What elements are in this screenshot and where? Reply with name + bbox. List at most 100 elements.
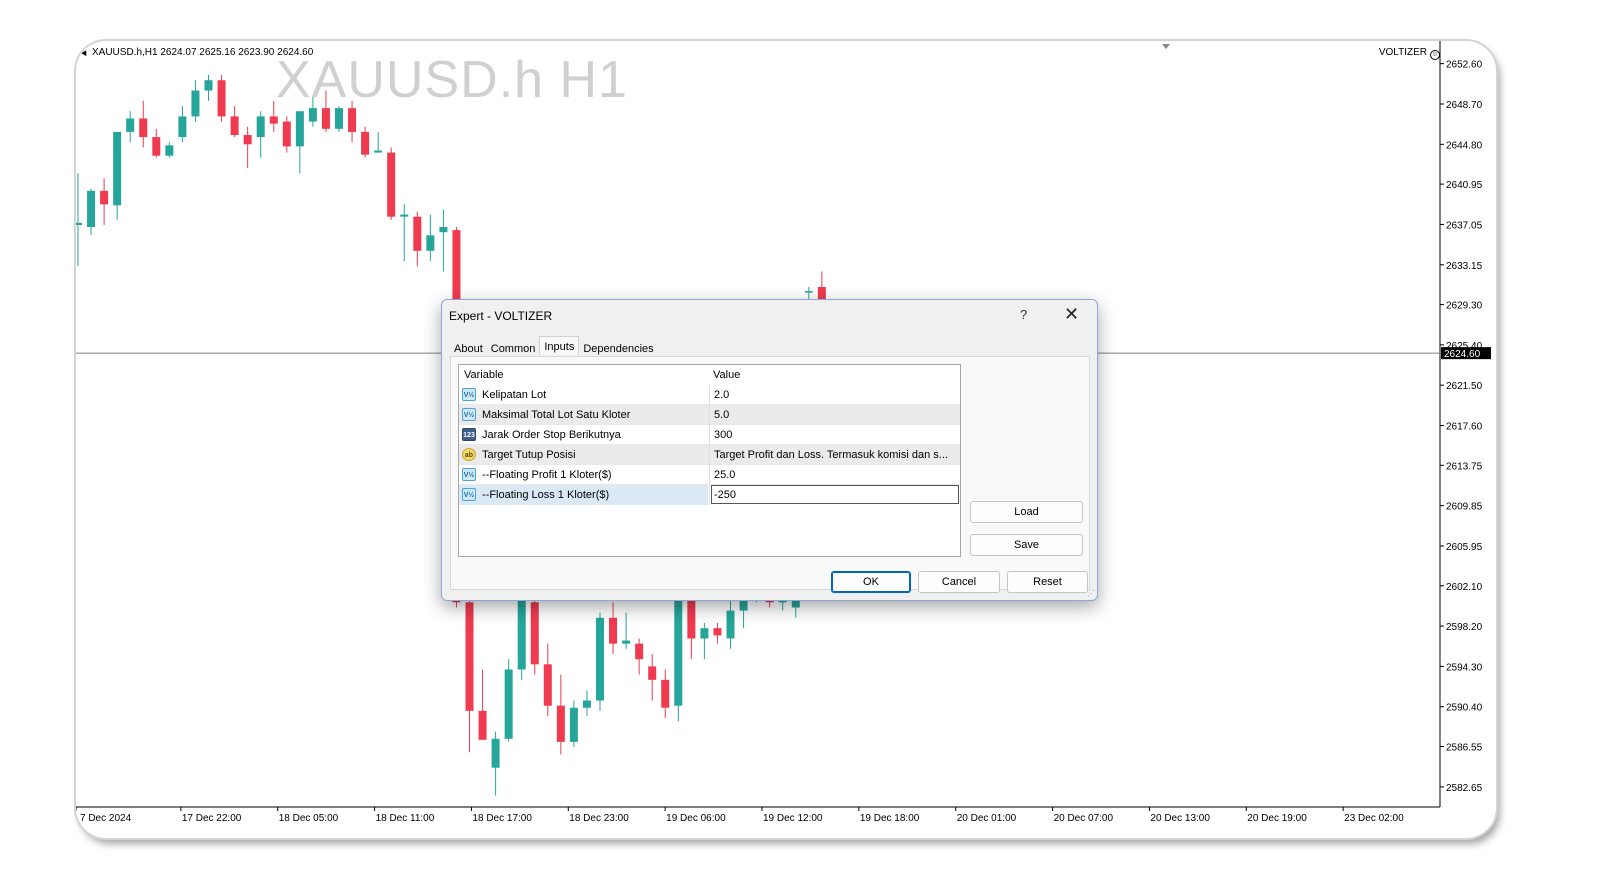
double-type-icon: V½ [462,488,476,501]
table-row[interactable]: ab Target Tutup Posisi Target Profit dan … [459,445,960,465]
bull-candle [622,640,631,644]
value-edit-input[interactable] [711,485,959,504]
column-variable[interactable]: Variable [464,369,504,381]
tab-common[interactable]: Common [487,340,540,357]
time-tick-label: 19 Dec 06:00 [666,813,726,824]
price-tick-label: 2590.40 [1446,703,1483,714]
bull-candle [126,118,135,132]
price-tick-label: 2637.05 [1446,220,1483,231]
variable-cell: V½ --Floating Profit 1 Kloter($) [459,465,708,485]
price-tick-label: 2652.60 [1446,60,1483,71]
bear-candle [152,137,161,156]
table-row[interactable]: V½ --Floating Profit 1 Kloter($) 25.0 [459,465,960,485]
reset-button[interactable]: Reset [1007,571,1088,593]
time-tick-label: 18 Dec 05:00 [279,813,339,824]
double-type-icon: V½ [462,408,476,421]
time-tick-label: 20 Dec 07:00 [1054,813,1114,824]
variable-value: 25.0 [714,469,736,481]
bull-candle [439,227,448,233]
price-tick-label: 2605.95 [1446,542,1483,553]
tab-dependencies[interactable]: Dependencies [579,340,657,357]
bull-candle [204,80,213,91]
bear-candle [100,190,109,205]
bull-candle [165,145,174,156]
variable-cell: V½ Kelipatan Lot [459,385,708,405]
variable-cell: ab Target Tutup Posisi [459,445,708,465]
bull-candle [87,190,96,228]
bear-candle [635,643,644,660]
expert-name: VOLTIZER [1378,47,1427,58]
bull-candle [569,707,578,742]
price-tick-label: 2602.10 [1446,582,1483,593]
integer-type-icon: 123 [462,428,476,441]
expert-dialog: Expert - VOLTIZER ? ✕ About Common Inputs D… [441,299,1098,601]
bull-candle [335,108,343,129]
price-tick-label: 2621.50 [1446,381,1483,392]
tab-about[interactable]: About [450,340,487,357]
ok-button[interactable]: OK [831,571,911,593]
variable-name: Target Tutup Posisi [482,449,576,461]
symbol-info-text: XAUUSD.h,H1 2624.07 2625.16 2623.90 2624… [92,47,314,58]
time-tick-label: 18 Dec 23:00 [569,813,629,824]
bull-candle [191,90,200,117]
table-header: Variable Value [459,365,960,385]
bull-candle [804,291,813,293]
price-tick-label: 2617.60 [1446,422,1483,433]
collapse-arrow-icon[interactable] [81,48,89,57]
price-tick-label: 2629.30 [1446,301,1483,312]
bear-candle [387,152,396,217]
price-tick-label: 2586.55 [1446,743,1483,754]
variable-name: --Floating Loss 1 Kloter($) [482,489,610,501]
bull-candle [504,669,513,739]
table-row[interactable]: V½ Kelipatan Lot 2.0 [459,385,960,405]
table-row-selected[interactable]: V½ --Floating Loss 1 Kloter($) [459,485,960,505]
bear-candle [465,602,474,711]
save-button[interactable]: Save [970,534,1083,556]
bull-candle [582,700,591,708]
chart-watermark: XAUUSD.h H1 [276,51,628,109]
variable-name: Maksimal Total Lot Satu Kloter [482,409,631,421]
inputs-panel: Variable Value V½ Kelipatan Lot 2.0 V½ Mak… [450,356,1090,590]
bear-candle [543,664,552,706]
bear-candle [648,666,657,680]
table-row[interactable]: V½ Maksimal Total Lot Satu Kloter 5.0 [459,405,960,425]
symbol-info: XAUUSD.h,H1 2624.07 2625.16 2623.90 2624… [81,47,314,58]
price-tick-label: 2613.75 [1446,461,1483,472]
bull-candle [178,116,187,138]
double-type-icon: V½ [462,468,476,481]
variable-name: Kelipatan Lot [482,389,547,401]
variable-value: Target Profit dan Loss. Termasuk komisi … [714,449,948,461]
price-tick-label: 2594.30 [1446,662,1483,673]
price-tick-label: 2598.20 [1446,622,1483,633]
variable-name: Jarak Order Stop Berikutnya [482,429,621,441]
bear-candle [230,116,239,136]
help-button[interactable]: ? [1020,307,1027,322]
value-cell[interactable]: 300 [709,425,960,445]
value-cell[interactable]: 2.0 [709,385,960,405]
price-tick-label: 2582.65 [1446,783,1483,794]
tab-inputs[interactable]: Inputs [539,336,580,355]
bull-candle [400,214,409,217]
column-value[interactable]: Value [713,369,740,381]
table-row[interactable]: 123 Jarak Order Stop Berikutnya 300 [459,425,960,445]
variable-cell: V½ Maksimal Total Lot Satu Kloter [459,405,708,425]
variable-value: 2.0 [714,389,730,401]
resize-grip-icon[interactable]: ⋰ [1087,589,1095,598]
value-cell[interactable]: Target Profit dan Loss. Termasuk komisi … [709,445,960,465]
bear-candle [139,118,148,138]
bull-candle [491,738,500,768]
time-tick-label: 18 Dec 17:00 [472,813,532,824]
bear-candle [713,628,722,636]
bull-candle [295,111,304,147]
price-tick-label: 2633.15 [1446,261,1483,272]
load-button[interactable]: Load [970,501,1083,523]
value-cell[interactable]: 25.0 [709,465,960,485]
expert-indicator[interactable]: VOLTIZER ☺ [1379,47,1440,60]
close-button[interactable]: ✕ [1064,304,1079,325]
scroll-marker-icon[interactable] [1162,44,1170,49]
value-cell[interactable]: 5.0 [709,405,960,425]
cancel-button[interactable]: Cancel [918,571,1000,593]
time-tick-label: 20 Dec 19:00 [1247,813,1307,824]
bear-candle [269,116,278,124]
value-cell[interactable] [709,485,960,505]
